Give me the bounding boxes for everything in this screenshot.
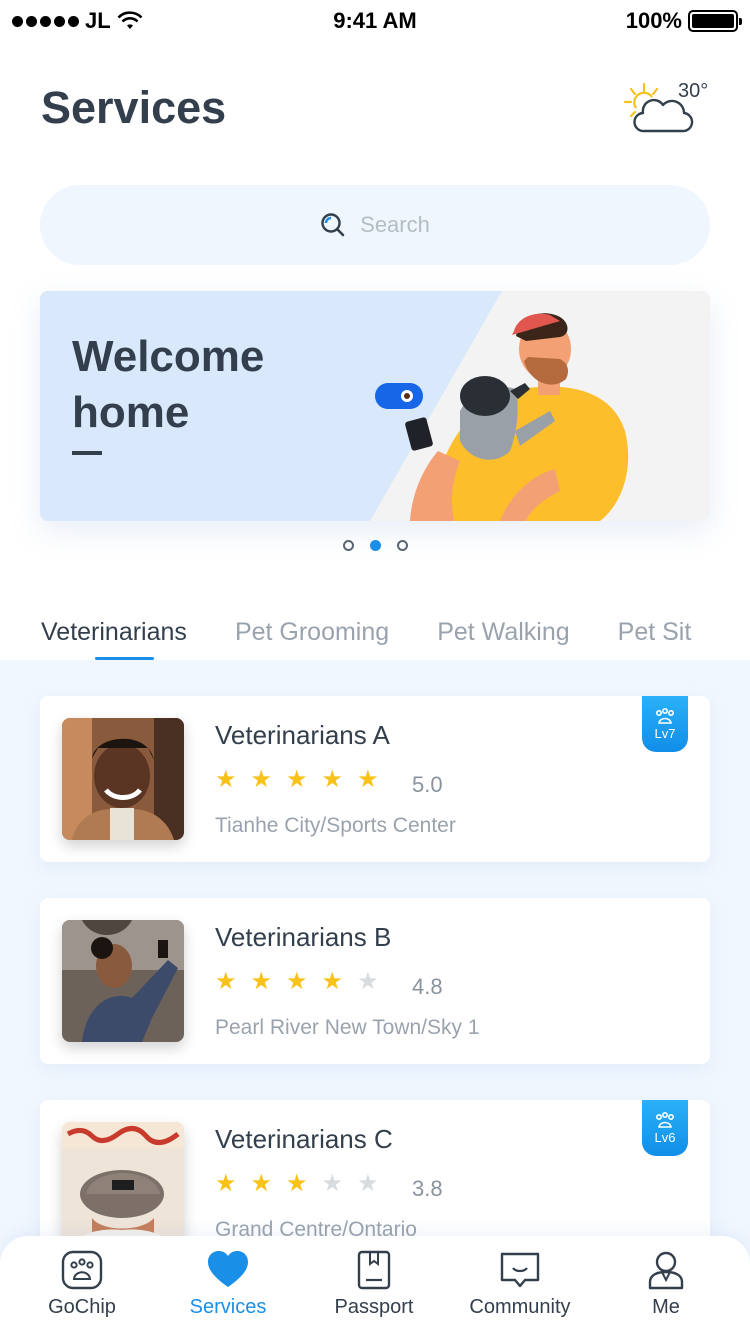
pager-dot[interactable] bbox=[342, 540, 354, 551]
tabbar-passport[interactable]: Passport bbox=[304, 1250, 444, 1319]
vet-card-a[interactable]: Veterinarians A ★ ★ ★ ★ ★ 5.0 Tianhe Cit… bbox=[40, 696, 710, 862]
bottom-tab-bar: GoChip Services Passport Community Me bbox=[0, 1236, 750, 1334]
paw-icon bbox=[61, 1250, 103, 1290]
banner-underline bbox=[72, 451, 102, 455]
welcome-banner[interactable]: Welcome home bbox=[40, 291, 710, 521]
star-empty-icon: ★ bbox=[357, 968, 379, 995]
tabbar-label: Passport bbox=[334, 1296, 414, 1318]
tabbar-label: Services bbox=[189, 1296, 267, 1318]
tab-veterinarians[interactable]: Veterinarians bbox=[41, 618, 187, 647]
tabbar-community[interactable]: Community bbox=[450, 1250, 590, 1319]
paw-icon bbox=[655, 707, 675, 724]
level-label: Lv6 bbox=[654, 1129, 676, 1145]
star-rating: ★ ★ ★ ★ ★ bbox=[215, 1172, 379, 1196]
level-badge: Lv7 bbox=[642, 696, 688, 752]
star-rating: ★ ★ ★ ★ ★ bbox=[215, 970, 379, 994]
tabbar-me[interactable]: Me bbox=[596, 1250, 736, 1319]
star-icon: ★ bbox=[250, 968, 273, 995]
star-icon: ★ bbox=[321, 766, 344, 793]
star-icon: ★ bbox=[321, 968, 344, 995]
star-icon: ★ bbox=[357, 766, 379, 793]
tab-pet-walking[interactable]: Pet Walking bbox=[437, 618, 569, 647]
vet-location: Pearl River New Town/Sky 1 bbox=[215, 1016, 480, 1039]
banner-title: Welcome home bbox=[72, 332, 265, 437]
star-icon: ★ bbox=[286, 766, 308, 793]
star-rating: ★ ★ ★ ★ ★ bbox=[215, 768, 379, 792]
star-icon: ★ bbox=[286, 1170, 308, 1197]
chat-icon bbox=[500, 1252, 540, 1288]
star-empty-icon: ★ bbox=[321, 1170, 344, 1197]
temperature: 30° bbox=[678, 80, 709, 102]
vet-a-avatar bbox=[62, 718, 184, 840]
search-icon bbox=[321, 213, 345, 237]
star-icon: ★ bbox=[286, 968, 308, 995]
rating-value: 4.8 bbox=[412, 974, 443, 999]
star-icon: ★ bbox=[215, 968, 237, 995]
tab-pet-grooming[interactable]: Pet Grooming bbox=[235, 618, 389, 647]
tabbar-label: Me bbox=[652, 1296, 680, 1318]
search-bar[interactable]: Search bbox=[40, 185, 710, 265]
service-tabs: Veterinarians Pet Grooming Pet Walking P… bbox=[41, 618, 691, 647]
tab-pet-sit[interactable]: Pet Sit bbox=[618, 618, 692, 647]
vet-b-avatar bbox=[62, 920, 184, 1042]
heart-icon bbox=[208, 1251, 248, 1287]
vet-c-avatar bbox=[62, 1122, 184, 1244]
tabbar-label: GoChip bbox=[48, 1296, 116, 1318]
vet-name: Veterinarians A bbox=[215, 720, 390, 750]
star-icon: ★ bbox=[215, 1170, 237, 1197]
banner-pager[interactable] bbox=[0, 540, 750, 551]
pager-dot-active[interactable] bbox=[369, 540, 381, 551]
vet-name: Veterinarians C bbox=[215, 1124, 393, 1154]
tabbar-services[interactable]: Services bbox=[158, 1250, 298, 1319]
vet-name: Veterinarians B bbox=[215, 922, 392, 952]
pager-dot[interactable] bbox=[396, 540, 408, 551]
battery-icon bbox=[688, 10, 742, 32]
person-icon bbox=[648, 1251, 684, 1290]
rating-value: 5.0 bbox=[412, 772, 443, 797]
page-title: Services bbox=[41, 82, 227, 133]
star-empty-icon: ★ bbox=[357, 1170, 379, 1197]
vet-location: Tianhe City/Sports Center bbox=[215, 814, 456, 837]
passport-icon bbox=[357, 1250, 391, 1290]
battery-status: 100% bbox=[625, 8, 742, 34]
star-icon: ★ bbox=[250, 766, 273, 793]
rating-value: 3.8 bbox=[412, 1176, 443, 1201]
paw-icon bbox=[655, 1111, 675, 1128]
search-placeholder: Search bbox=[360, 212, 430, 237]
star-icon: ★ bbox=[250, 1170, 273, 1197]
tabbar-label: Community bbox=[469, 1296, 571, 1318]
tabbar-gochip[interactable]: GoChip bbox=[12, 1250, 152, 1319]
battery-percent: 100% bbox=[625, 8, 682, 33]
status-bar: JL 9:41 AM 100% bbox=[0, 0, 750, 40]
vet-card-b[interactable]: Veterinarians B ★ ★ ★ ★ ★ 4.8 Pearl Rive… bbox=[40, 898, 710, 1064]
star-icon: ★ bbox=[215, 766, 237, 793]
level-badge: Lv6 bbox=[642, 1100, 688, 1156]
level-label: Lv7 bbox=[654, 725, 676, 741]
